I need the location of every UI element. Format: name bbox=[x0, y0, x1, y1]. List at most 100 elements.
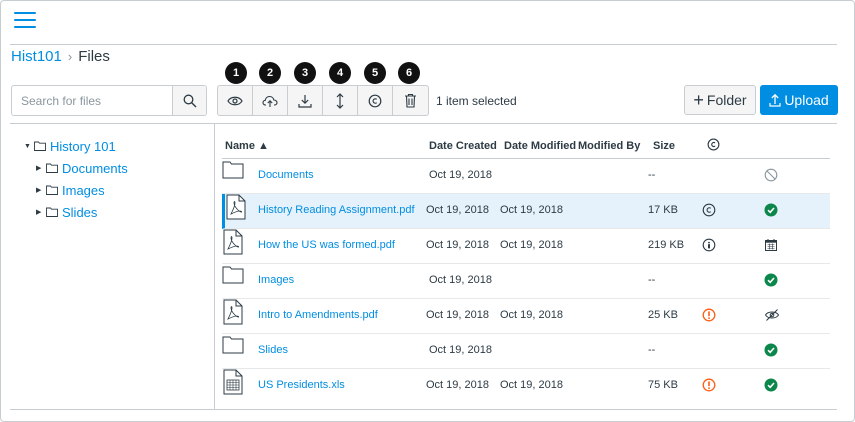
date-created: Oct 19, 2018 bbox=[429, 274, 492, 286]
cloud-upload-icon bbox=[262, 95, 278, 107]
status-unpublished-icon[interactable] bbox=[764, 168, 778, 185]
date-modified: Oct 19, 2018 bbox=[500, 309, 563, 321]
file-name-link[interactable]: Slides bbox=[258, 344, 288, 356]
tree-item-slides[interactable]: ▶ Slides bbox=[36, 201, 128, 223]
table-row[interactable]: Slides Oct 19, 2018 -- bbox=[222, 334, 830, 369]
delete-button[interactable] bbox=[393, 86, 428, 115]
column-header-date-modified[interactable]: Date Modified bbox=[504, 140, 576, 152]
status-published-icon[interactable] bbox=[764, 378, 778, 395]
file-name-link[interactable]: Intro to Amendments.pdf bbox=[258, 309, 378, 321]
pane-divider[interactable] bbox=[214, 124, 215, 410]
usage-rights-button[interactable] bbox=[358, 86, 393, 115]
search-box bbox=[11, 85, 207, 116]
tree-item-documents[interactable]: ▶ Documents bbox=[36, 157, 128, 179]
publish-button[interactable] bbox=[253, 86, 288, 115]
folder-icon bbox=[222, 161, 244, 179]
callout-badge-4: 4 bbox=[329, 62, 351, 84]
download-button[interactable] bbox=[288, 86, 323, 115]
table-row[interactable]: Documents Oct 19, 2018 -- bbox=[222, 159, 830, 194]
column-header-modified-by[interactable]: Modified By bbox=[578, 140, 640, 152]
copyright-icon bbox=[707, 138, 720, 151]
breadcrumb-current: Files bbox=[78, 48, 110, 65]
date-modified: Oct 19, 2018 bbox=[500, 239, 563, 251]
selection-count: 1 item selected bbox=[436, 94, 517, 108]
file-size: -- bbox=[648, 344, 656, 356]
date-modified: Oct 19, 2018 bbox=[500, 204, 563, 216]
caret-right-icon[interactable]: ▶ bbox=[36, 164, 44, 172]
tree-item-images[interactable]: ▶ Images bbox=[36, 179, 128, 201]
download-icon bbox=[298, 94, 312, 108]
creative-commons-icon[interactable] bbox=[702, 238, 716, 255]
divider bbox=[10, 123, 837, 124]
callout-badge-1: 1 bbox=[225, 62, 247, 84]
tree-item-label: Documents bbox=[62, 160, 128, 176]
folder-icon bbox=[222, 266, 244, 284]
callout-badge-3: 3 bbox=[294, 62, 316, 84]
date-created: Oct 19, 2018 bbox=[426, 239, 489, 251]
column-header-date-created[interactable]: Date Created bbox=[429, 140, 497, 152]
status-hidden-icon[interactable] bbox=[764, 308, 780, 325]
column-header-usage-rights[interactable] bbox=[707, 138, 720, 154]
pdf-file-icon bbox=[223, 299, 243, 325]
upload-button[interactable]: Upload bbox=[760, 85, 838, 115]
folder-icon bbox=[46, 207, 58, 217]
status-published-icon[interactable] bbox=[764, 203, 778, 220]
copyright-icon[interactable] bbox=[702, 203, 716, 220]
warning-icon[interactable] bbox=[702, 308, 716, 325]
table-row[interactable]: US Presidents.xls Oct 19, 2018 Oct 19, 2… bbox=[222, 369, 830, 404]
warning-icon[interactable] bbox=[702, 378, 716, 395]
file-size: 75 KB bbox=[648, 379, 678, 391]
caret-down-icon[interactable]: ▼ bbox=[24, 143, 32, 150]
file-name-link[interactable]: History Reading Assignment.pdf bbox=[258, 204, 415, 216]
search-button[interactable] bbox=[172, 86, 206, 115]
folder-tree: ▼ History 101 ▶ Documents ▶ Images ▶ Sli… bbox=[24, 135, 128, 223]
pdf-file-icon bbox=[226, 194, 246, 220]
date-created: Oct 19, 2018 bbox=[429, 169, 492, 181]
add-folder-label: Folder bbox=[706, 92, 747, 108]
breadcrumb-course-link[interactable]: Hist101 bbox=[11, 48, 62, 65]
folder-icon bbox=[46, 163, 58, 173]
copyright-icon bbox=[368, 94, 382, 107]
tree-item-label: Images bbox=[62, 182, 105, 198]
upload-icon bbox=[769, 93, 781, 107]
plus-icon: + bbox=[693, 89, 704, 110]
file-name-link[interactable]: US Presidents.xls bbox=[258, 379, 345, 391]
add-folder-button[interactable]: + Folder bbox=[684, 85, 756, 115]
move-button[interactable] bbox=[323, 86, 358, 115]
column-header-size[interactable]: Size bbox=[653, 140, 675, 152]
tree-item-label: History 101 bbox=[50, 138, 116, 154]
table-row[interactable]: How the US was formed.pdf Oct 19, 2018 O… bbox=[222, 229, 830, 264]
column-header-name[interactable]: Name ▲ bbox=[225, 140, 269, 152]
date-modified: Oct 19, 2018 bbox=[500, 379, 563, 391]
hamburger-menu-icon[interactable] bbox=[14, 12, 36, 28]
status-scheduled-icon[interactable] bbox=[764, 238, 778, 255]
file-toolbar bbox=[217, 85, 429, 116]
view-button[interactable] bbox=[218, 86, 253, 115]
divider bbox=[10, 44, 837, 45]
date-created: Oct 19, 2018 bbox=[426, 379, 489, 391]
caret-right-icon[interactable]: ▶ bbox=[36, 208, 44, 216]
status-published-icon[interactable] bbox=[764, 273, 778, 290]
table-row[interactable]: Images Oct 19, 2018 -- bbox=[222, 264, 830, 299]
file-name-link[interactable]: How the US was formed.pdf bbox=[258, 239, 395, 251]
tree-item-root[interactable]: ▼ History 101 bbox=[24, 135, 128, 157]
pdf-file-icon bbox=[223, 229, 243, 255]
table-row[interactable]: Intro to Amendments.pdf Oct 19, 2018 Oct… bbox=[222, 299, 830, 334]
callout-badge-2: 2 bbox=[259, 62, 281, 84]
date-created: Oct 19, 2018 bbox=[429, 344, 492, 356]
spreadsheet-file-icon bbox=[223, 369, 243, 395]
table-row[interactable]: History Reading Assignment.pdf Oct 19, 2… bbox=[222, 194, 830, 229]
file-size: 219 KB bbox=[648, 239, 685, 251]
file-name-link[interactable]: Documents bbox=[258, 169, 314, 181]
file-name-link[interactable]: Images bbox=[258, 274, 294, 286]
caret-right-icon[interactable]: ▶ bbox=[36, 186, 44, 194]
callout-badge-6: 6 bbox=[398, 62, 420, 84]
file-size: 17 KB bbox=[648, 204, 678, 216]
file-size: -- bbox=[648, 169, 656, 181]
folder-icon bbox=[46, 185, 58, 195]
divider bbox=[10, 409, 837, 410]
search-input[interactable] bbox=[12, 86, 172, 115]
file-size: -- bbox=[648, 274, 656, 286]
status-published-icon[interactable] bbox=[764, 343, 778, 360]
tree-item-label: Slides bbox=[62, 204, 98, 220]
